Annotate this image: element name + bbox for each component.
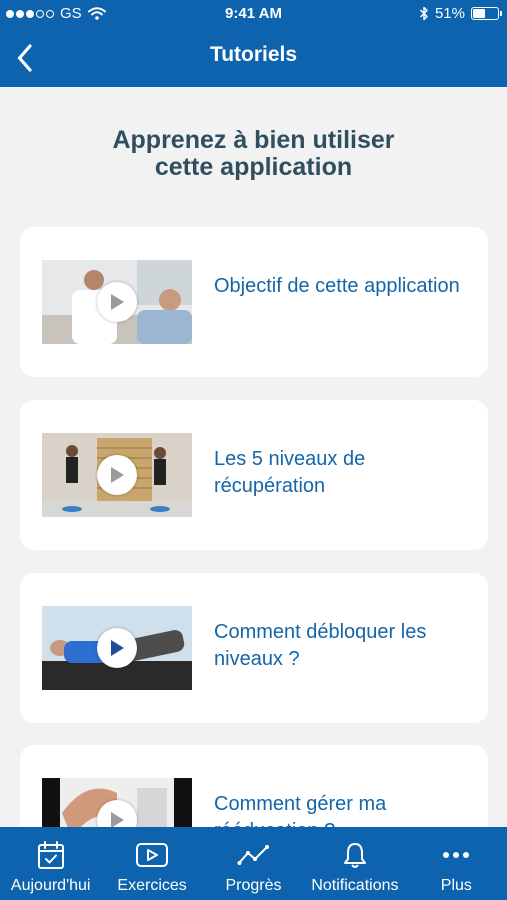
tab-exercises[interactable]: Exercices <box>101 827 202 900</box>
tutorial-title: Comment débloquer les niveaux ? <box>214 621 427 670</box>
video-thumbnail <box>42 433 192 517</box>
play-icon <box>97 455 137 495</box>
tab-label: Exercices <box>117 877 187 894</box>
tab-notifications[interactable]: Notifications <box>304 827 405 900</box>
tab-progress[interactable]: Progrès <box>203 827 304 900</box>
tutorial-card[interactable]: Comment gérer ma rééducation ? <box>20 745 488 827</box>
tutorial-list: Apprenez à bien utiliser cette applicati… <box>0 87 507 827</box>
trend-line-icon <box>237 845 269 865</box>
tutorial-card[interactable]: Comment débloquer les niveaux ? <box>20 573 488 723</box>
bell-icon <box>343 843 366 868</box>
heading-line-1: Apprenez à bien utiliser <box>112 126 395 154</box>
tab-bar: Aujourd'hui Exercices Progrès Notificati… <box>0 827 507 900</box>
tab-label: Notifications <box>311 877 399 894</box>
page-title: Tutoriels <box>209 43 298 66</box>
tutorial-card[interactable]: Les 5 niveaux de récupération <box>20 400 488 550</box>
tutorial-card[interactable]: Objectif de cette application <box>20 227 488 377</box>
tab-today[interactable]: Aujourd'hui <box>0 827 101 900</box>
status-right: 51% <box>419 5 502 22</box>
video-play-icon <box>136 843 169 867</box>
play-icon <box>97 282 137 322</box>
app-header: GS 9:41 AM 51% Tutoriels <box>0 0 507 87</box>
nav-bar: Tutoriels <box>0 28 507 87</box>
tutorial-title: Objectif de cette application <box>214 275 460 297</box>
section-heading: Apprenez à bien utiliser cette applicati… <box>0 127 507 181</box>
tab-label: Plus <box>440 877 472 894</box>
tab-more[interactable]: Plus <box>406 827 507 900</box>
tutorial-title: Les 5 niveaux de récupération <box>214 448 366 497</box>
more-dots-icon <box>443 852 470 858</box>
heading-line-2: cette application <box>154 153 353 181</box>
video-thumbnail <box>42 606 192 690</box>
bluetooth-icon <box>419 6 428 21</box>
video-thumbnail <box>42 260 192 344</box>
calendar-check-icon <box>37 841 64 869</box>
tab-label: Progrès <box>225 877 282 894</box>
battery-icon <box>471 7 502 20</box>
tutorial-title: Comment gérer ma rééducation ? <box>214 793 387 827</box>
play-icon <box>97 628 137 668</box>
battery-percent: 51% <box>434 5 465 22</box>
tab-label: Aujourd'hui <box>10 877 91 894</box>
status-bar: GS 9:41 AM 51% <box>0 0 507 28</box>
video-thumbnail <box>42 778 192 827</box>
